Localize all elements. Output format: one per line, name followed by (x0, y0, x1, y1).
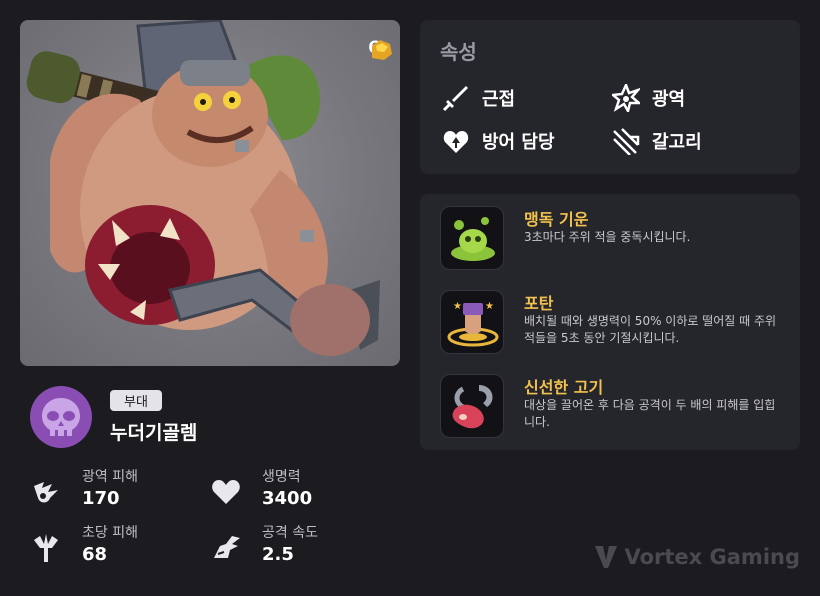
stat-value: 68 (82, 544, 108, 565)
brand-watermark: Vortex Gaming (593, 544, 801, 570)
skill-description: 대상을 끌어온 후 다음 공격이 두 배의 피해를 입힙니다. (524, 398, 776, 429)
poison-slime-icon (440, 206, 504, 270)
skills-panel: 맹독 기운 3초마다 주위 적을 중독시킵니다. ★ ★ 포탄 배치될 때와 생… (420, 194, 800, 450)
skill-cannonball: ★ ★ 포탄 배치될 때와 생명력이 50% 이하로 떨어질 때 주위 적들을 … (440, 290, 780, 360)
stat-attack-speed: 공격 속도 2.5 (210, 522, 390, 578)
splash-claw-icon (34, 482, 58, 503)
stat-area-damage: 광역 피해 170 (30, 466, 210, 522)
stat-value: 2.5 (262, 544, 294, 565)
skill-fresh-meat: 신선한 고기 대상을 끌어온 후 다음 공격이 두 배의 피해를 입힙니다. (440, 374, 780, 444)
winged-boot-icon (214, 536, 240, 558)
gold-nugget-icon (372, 40, 393, 60)
skill-description: 배치될 때와 생명력이 50% 이하로 떨어질 때 주위 적들을 5초 동안 기… (524, 314, 777, 345)
attribute-hook: 갈고리 (612, 127, 702, 155)
stat-label: 생명력 (262, 469, 301, 485)
brand-text: Vortex Gaming (624, 545, 801, 569)
vortex-logo-icon (594, 546, 617, 568)
attribute-label: 갈고리 (652, 132, 702, 153)
unit-identity: 부대 누더기골렘 (30, 386, 390, 450)
skill-name: 포탄 (524, 294, 554, 313)
attribute-label: 방어 담당 (482, 132, 555, 153)
unit-portrait: 6 (20, 20, 400, 366)
stat-value: 3400 (262, 488, 313, 509)
trident-icon (34, 534, 58, 562)
attribute-area: 광역 (612, 84, 685, 112)
stat-dps: 초당 피해 68 (30, 522, 210, 578)
skill-description: 3초마다 주위 적을 중독시킵니다. (524, 230, 691, 244)
attribute-label: 광역 (652, 89, 686, 110)
attributes-title: 속성 (440, 40, 477, 64)
attribute-label: 근접 (482, 89, 516, 110)
dagger-icon (442, 86, 468, 112)
shield-heart-icon (443, 131, 469, 153)
stat-hitpoints: 생명력 3400 (210, 466, 390, 522)
skull-icon (30, 386, 92, 448)
heart-icon (212, 480, 240, 504)
stat-label: 광역 피해 (82, 469, 138, 485)
skill-poison-aura: 맹독 기운 3초마다 주위 적을 중독시킵니다. (440, 206, 780, 276)
elixir-cost: 6 (368, 38, 393, 60)
cannonball-fist-icon: ★ ★ (440, 290, 504, 354)
attributes-panel: 속성 근접 광역 방어 담당 갈고리 (420, 20, 800, 174)
stat-label: 초당 피해 (82, 525, 138, 541)
stat-value: 170 (82, 488, 120, 509)
meat-hook-icon (440, 374, 504, 438)
unit-name: 누더기골렘 (110, 422, 198, 444)
attribute-melee: 근접 (442, 84, 515, 112)
skill-name: 맹독 기운 (524, 210, 589, 229)
claw-slash-icon (613, 128, 640, 155)
golem-illustration (26, 20, 380, 356)
svg-text:★: ★ (485, 301, 494, 312)
stat-label: 공격 속도 (262, 525, 318, 541)
attribute-tank: 방어 담당 (442, 127, 555, 155)
skill-name: 신선한 고기 (524, 378, 604, 397)
unit-type-badge: 부대 (110, 390, 162, 411)
svg-text:★: ★ (453, 301, 462, 312)
burst-icon (612, 84, 640, 112)
